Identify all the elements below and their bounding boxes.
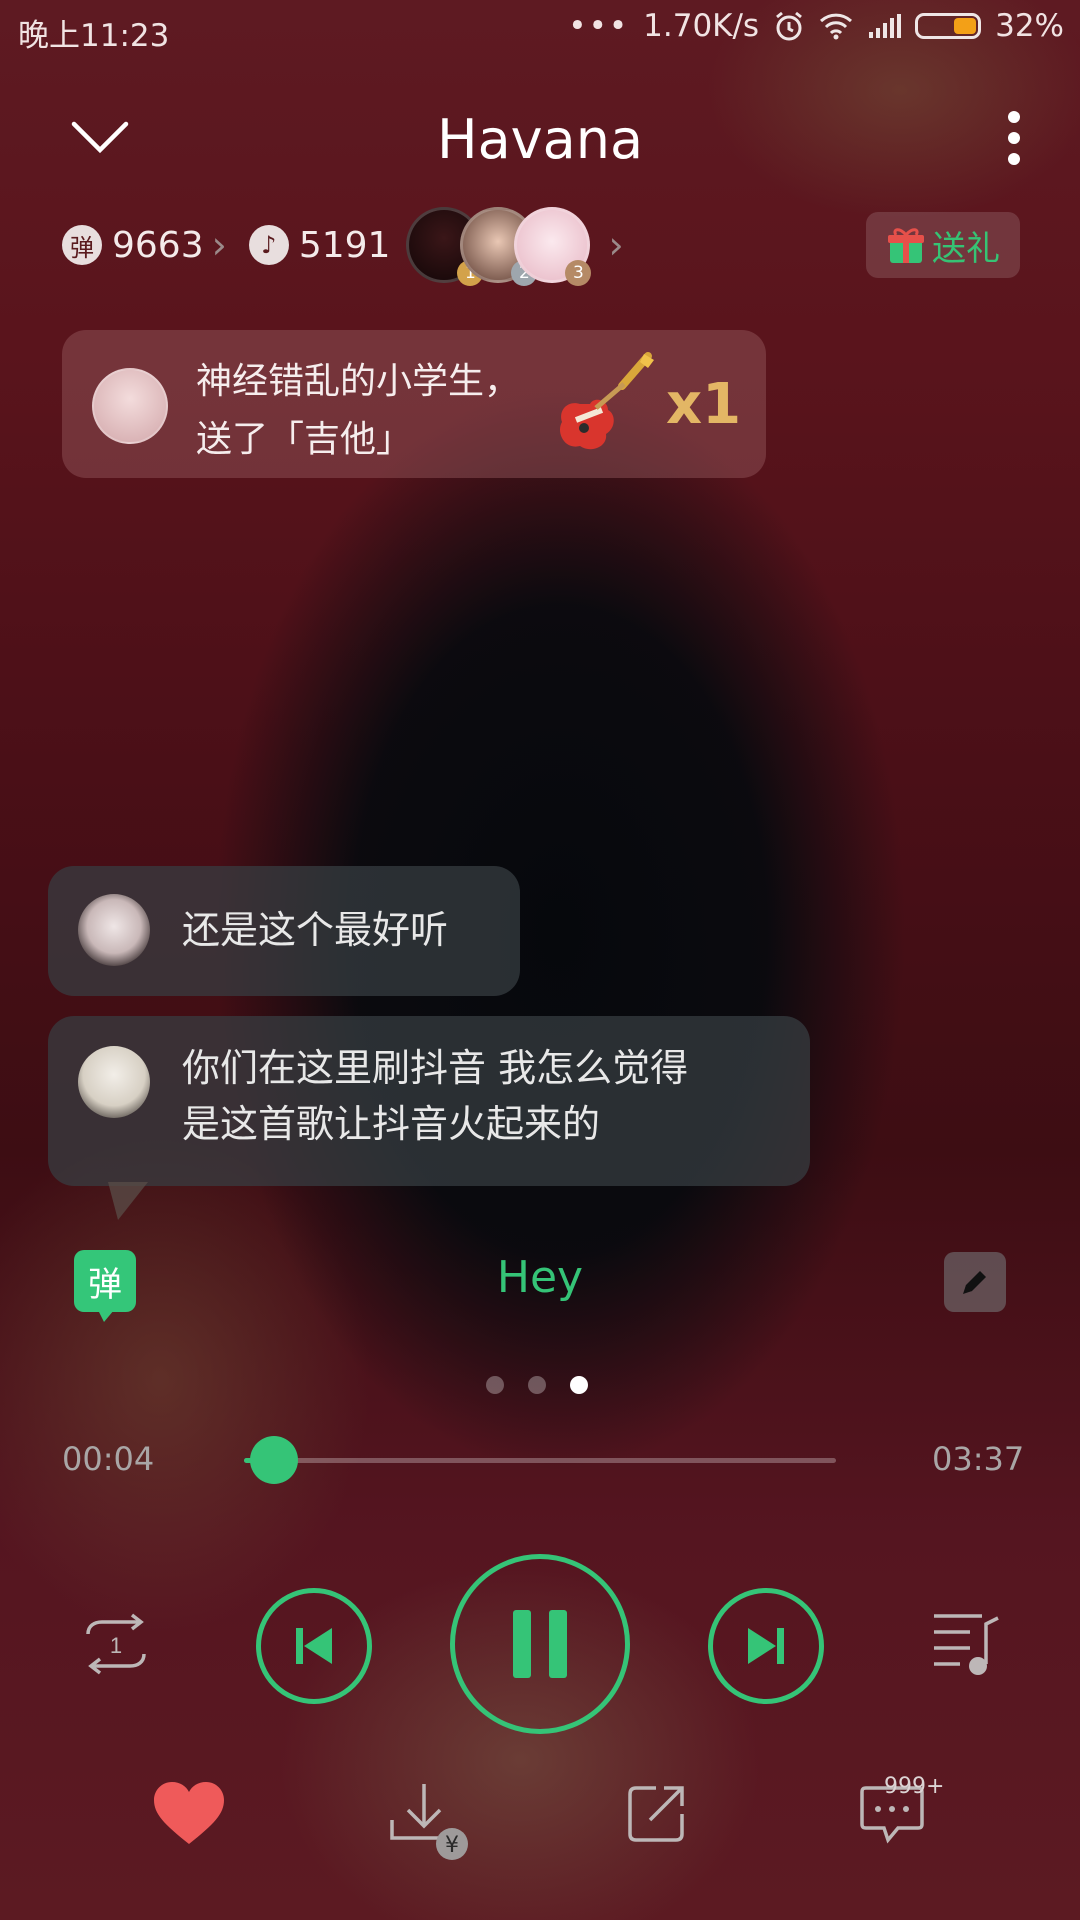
pause-icon [513, 1610, 567, 1678]
avatar[interactable] [78, 894, 150, 966]
svg-text:1: 1 [110, 1633, 122, 1658]
guitar-gift-icon [560, 352, 654, 450]
avatar[interactable]: 3 [514, 207, 592, 286]
gift-multiplier: x1 [666, 372, 742, 437]
paid-download-icon[interactable]: ¥ [388, 1780, 472, 1864]
status-time: 晚上11:23 [18, 18, 170, 54]
previous-track-button[interactable] [256, 1588, 372, 1704]
current-lyric[interactable]: Hey [0, 1252, 1080, 1303]
svg-text:¥: ¥ [445, 1833, 459, 1858]
comment-count-badge: 999+ [884, 1774, 945, 1799]
next-track-button[interactable] [708, 1588, 824, 1704]
pencil-icon [963, 1271, 986, 1294]
music-note-icon: ♪ [248, 225, 289, 265]
pause-button[interactable] [450, 1554, 630, 1734]
avatar[interactable] [92, 368, 168, 444]
alarm-icon [776, 11, 803, 41]
repeat-one-icon: 1 [86, 1613, 146, 1675]
top-fans-avatars[interactable]: 1 2 3 [406, 207, 592, 286]
page-dot[interactable] [486, 1376, 504, 1394]
gift-sender: 神经错乱的小学生， [196, 361, 521, 402]
gift-notification: 神经错乱的小学生， 送了「吉他」 x1 [62, 330, 766, 478]
danmaku-badge-icon: 弹 [62, 225, 102, 265]
song-title: Havana [436, 108, 644, 171]
page-dot[interactable] [528, 1376, 546, 1394]
gift-description: 送了「吉他」 [196, 419, 413, 460]
stats-row: 弹 9663 › ♪ 5191 1 2 3 › [62, 207, 646, 286]
skip-next-icon [748, 1628, 784, 1664]
like-heart-icon[interactable] [152, 1780, 226, 1848]
gift-icon [888, 228, 924, 263]
wifi-icon [820, 13, 853, 40]
comment-text: 你们在这里刷抖音 我怎么觉得 是这首歌让抖音火起来的 [182, 1040, 688, 1152]
skip-previous-icon [296, 1628, 332, 1664]
playlist-button[interactable] [930, 1610, 1002, 1678]
comment-text-line: 是这首歌让抖音火起来的 [182, 1102, 601, 1146]
signal-icon [869, 14, 902, 38]
send-gift-label: 送礼 [932, 228, 1000, 269]
danmaku-count[interactable]: 9663 [112, 225, 204, 266]
elapsed-time: 00:04 [62, 1440, 155, 1478]
rank-badge: 3 [565, 260, 592, 286]
repeat-one-button[interactable]: 1 [74, 1612, 158, 1676]
bubble-tail [108, 1182, 148, 1220]
battery-percent: 32% [995, 8, 1064, 44]
more-notifications-icon: ••• [568, 8, 630, 44]
share-icon[interactable] [626, 1782, 688, 1844]
comment-bubble[interactable]: 还是这个最好听 [48, 866, 520, 996]
page-dot-active[interactable] [570, 1376, 588, 1394]
battery-icon [915, 13, 982, 39]
status-indicators: ••• 1.70K/s 32% [568, 8, 1064, 44]
total-time: 03:37 [932, 1440, 1025, 1478]
coin-count[interactable]: 5191 [299, 225, 391, 266]
chevron-right-icon[interactable]: › [212, 223, 227, 267]
send-gift-button[interactable]: 送礼 [866, 212, 1020, 278]
status-bar: 晚上11:23 ••• 1.70K/s 32% [0, 0, 1080, 58]
comment-text-line: 你们在这里刷抖音 我怎么觉得 [182, 1046, 689, 1090]
seek-bar[interactable] [244, 1436, 836, 1484]
playlist-icon [934, 1614, 999, 1675]
seek-bar-handle[interactable] [249, 1436, 298, 1484]
write-danmaku-button[interactable] [944, 1252, 1006, 1312]
more-options-icon[interactable] [998, 108, 1030, 168]
network-speed: 1.70K/s [643, 8, 760, 44]
comment-text: 还是这个最好听 [182, 908, 449, 952]
avatar[interactable] [78, 1046, 150, 1118]
page-indicator [486, 1376, 588, 1394]
comment-bubble[interactable]: 你们在这里刷抖音 我怎么觉得 是这首歌让抖音火起来的 [48, 1016, 810, 1186]
chevron-right-icon[interactable]: › [608, 223, 623, 267]
